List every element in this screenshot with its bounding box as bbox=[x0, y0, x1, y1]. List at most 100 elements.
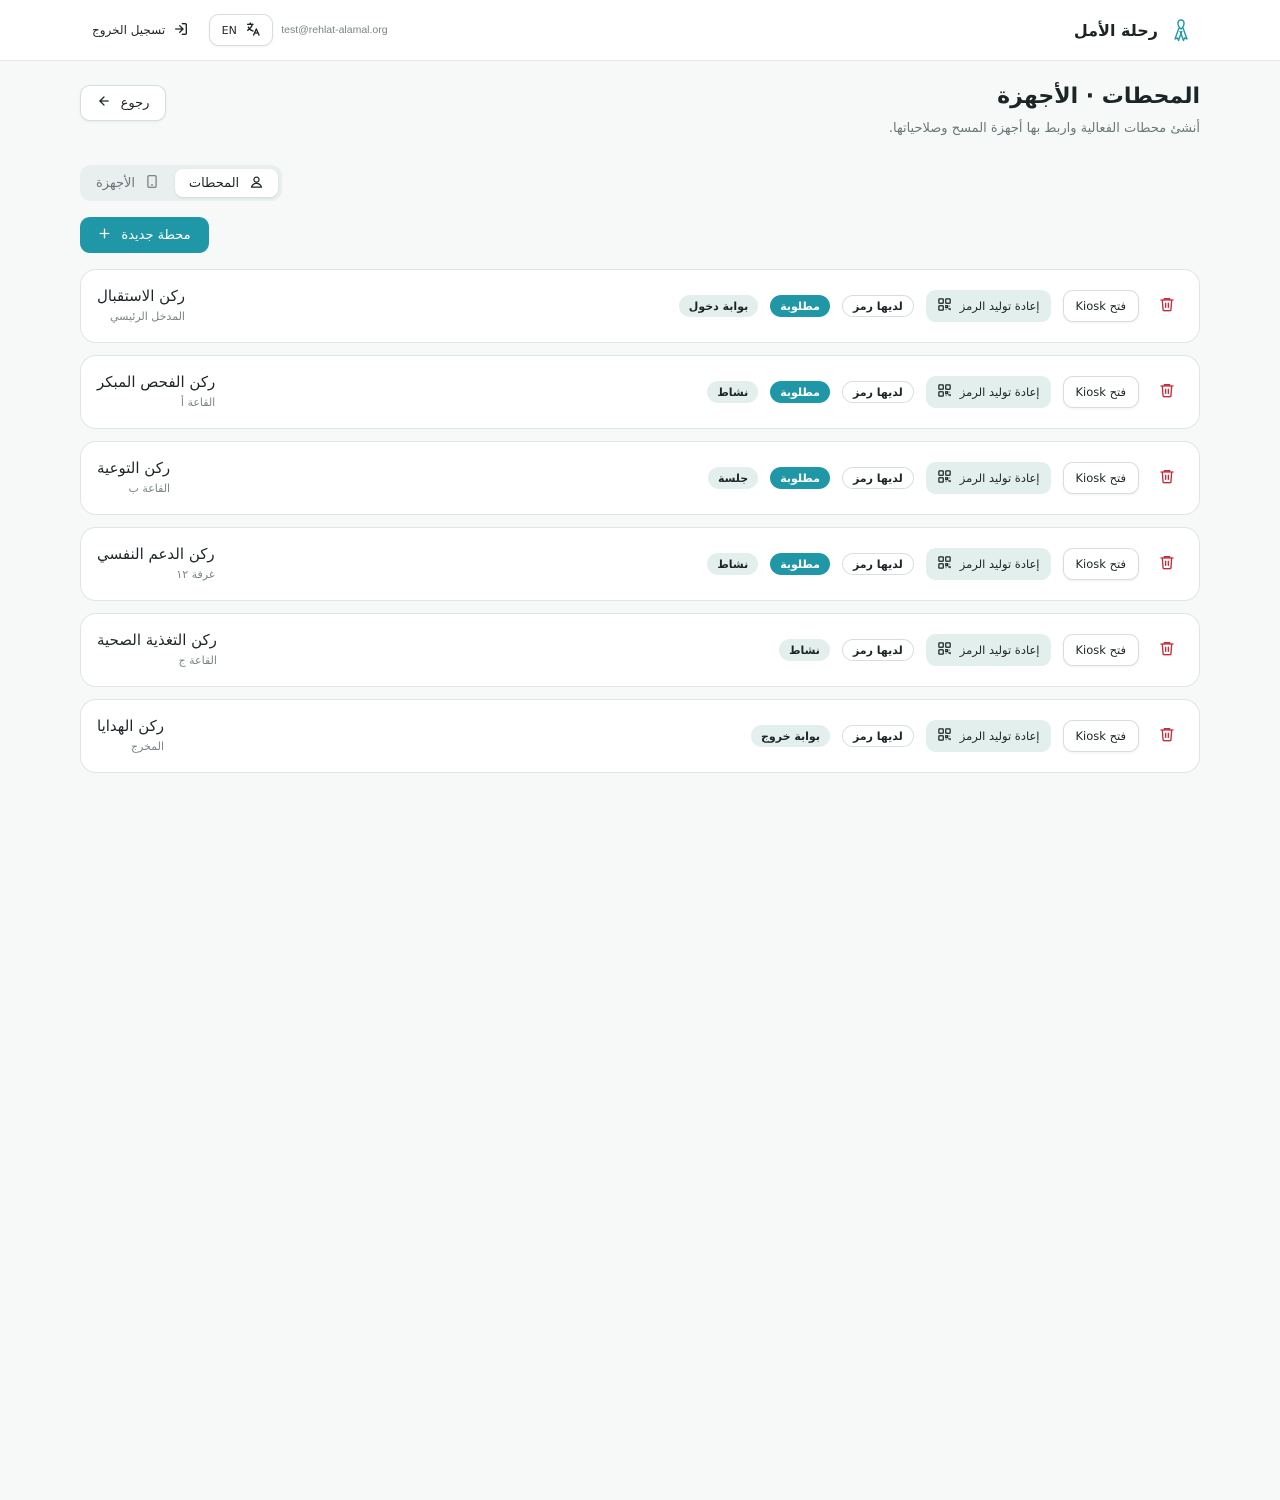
logout-button[interactable]: تسجيل الخروج bbox=[92, 21, 189, 40]
tab-devices-label: الأجهزة bbox=[95, 175, 136, 191]
station-info: ركن الفحص المبكر القاعة أ bbox=[97, 372, 215, 411]
qr-code-icon bbox=[937, 297, 952, 315]
qr-code-icon bbox=[937, 641, 952, 659]
status-badge: لديها رمز bbox=[841, 553, 914, 575]
status-badge: لديها رمز bbox=[841, 639, 914, 661]
open-kiosk-button[interactable]: فتح Kiosk bbox=[1062, 290, 1139, 322]
trash-icon bbox=[1159, 726, 1175, 746]
status-badge: لديها رمز bbox=[841, 381, 914, 403]
status-badge: مطلوبة bbox=[770, 381, 830, 403]
regenerate-code-button[interactable]: إعادة توليد الرمز bbox=[925, 462, 1051, 494]
page-title: المحطات · الأجهزة bbox=[997, 84, 1200, 109]
delete-station-button[interactable] bbox=[1151, 290, 1183, 322]
open-kiosk-label: فتح Kiosk bbox=[1075, 729, 1126, 743]
delete-station-button[interactable] bbox=[1151, 462, 1183, 494]
regenerate-code-label: إعادة توليد الرمز bbox=[959, 471, 1040, 485]
open-kiosk-button[interactable]: فتح Kiosk bbox=[1062, 548, 1139, 580]
station-actions: فتح Kiosk إعادة توليد الرمز لديها رمز مطلوب… bbox=[707, 528, 1183, 600]
regenerate-code-button[interactable]: إعادة توليد الرمز bbox=[925, 720, 1051, 752]
back-label: رجوع bbox=[120, 95, 150, 111]
status-badge: نشاط bbox=[707, 381, 759, 403]
station-location: القاعة أ bbox=[180, 396, 216, 409]
open-kiosk-button[interactable]: فتح Kiosk bbox=[1062, 634, 1139, 666]
station-name: ركن الاستقبال bbox=[97, 287, 185, 305]
station-name: ركن الدعم النفسي bbox=[97, 545, 215, 563]
open-kiosk-label: فتح Kiosk bbox=[1075, 299, 1126, 313]
user-pin-icon bbox=[249, 174, 264, 193]
status-badge: لديها رمز bbox=[841, 467, 914, 489]
station-location: المدخل الرئيسي bbox=[109, 310, 185, 323]
station-info: ركن الهدايا المخرج bbox=[97, 716, 164, 755]
top-bar: رحلة الأمل تسجيل الخروج EN test@rehlat-a… bbox=[0, 0, 1280, 61]
status-badge: لديها رمز bbox=[841, 725, 914, 747]
trash-icon bbox=[1159, 554, 1175, 574]
tablet-icon bbox=[145, 174, 159, 193]
status-badge: نشاط bbox=[707, 553, 759, 575]
station-location: المخرج bbox=[130, 740, 165, 753]
station-info: ركن الدعم النفسي غرفة ١٢ bbox=[97, 544, 215, 583]
page-subtitle: أنشئ محطات الفعالية واربط بها أجهزة المس… bbox=[888, 121, 1200, 136]
delete-station-button[interactable] bbox=[1151, 720, 1183, 752]
arrow-left-icon bbox=[97, 94, 111, 112]
open-kiosk-button[interactable]: فتح Kiosk bbox=[1062, 462, 1139, 494]
station-actions: فتح Kiosk إعادة توليد الرمز لديها رمز مطلوب… bbox=[707, 442, 1183, 514]
delete-station-button[interactable] bbox=[1151, 634, 1183, 666]
station-row: فتح Kiosk إعادة توليد الرمز لديها رمز مطلوب… bbox=[80, 269, 1200, 343]
delete-station-button[interactable] bbox=[1151, 376, 1183, 408]
plus-icon bbox=[98, 227, 111, 244]
regenerate-code-label: إعادة توليد الرمز bbox=[959, 385, 1040, 399]
status-badge: لديها رمز bbox=[841, 295, 914, 317]
logout-icon bbox=[173, 21, 189, 40]
tab-stations-label: المحطات bbox=[188, 175, 240, 191]
station-actions: فتح Kiosk إعادة توليد الرمز لديها رمز مطلوب… bbox=[678, 270, 1183, 342]
station-name: ركن الفحص المبكر bbox=[97, 373, 216, 391]
station-row: فتح Kiosk إعادة توليد الرمز لديها رمز مطلوب… bbox=[80, 527, 1200, 601]
open-kiosk-button[interactable]: فتح Kiosk bbox=[1062, 376, 1139, 408]
open-kiosk-label: فتح Kiosk bbox=[1075, 643, 1126, 657]
station-actions: فتح Kiosk إعادة توليد الرمز لديها رمز نشاط bbox=[779, 614, 1183, 686]
station-row: فتح Kiosk إعادة توليد الرمز لديها رمز مطلوب… bbox=[80, 355, 1200, 429]
open-kiosk-button[interactable]: فتح Kiosk bbox=[1062, 720, 1139, 752]
tab-stations[interactable]: المحطات bbox=[175, 169, 278, 197]
lang-label: EN bbox=[221, 23, 237, 37]
station-name: ركن التغذية الصحية bbox=[97, 631, 217, 649]
status-badge: مطلوبة bbox=[770, 467, 830, 489]
qr-code-icon bbox=[937, 727, 952, 745]
trash-icon bbox=[1159, 382, 1175, 402]
status-badge: نشاط bbox=[779, 639, 830, 661]
ribbon-logo-icon bbox=[1172, 17, 1190, 43]
status-badge: بوابة دخول bbox=[678, 295, 759, 317]
qr-code-icon bbox=[937, 383, 952, 401]
regenerate-code-label: إعادة توليد الرمز bbox=[959, 643, 1040, 657]
regenerate-code-label: إعادة توليد الرمز bbox=[959, 557, 1040, 571]
station-row: فتح Kiosk إعادة توليد الرمز لديها رمز نشاط ر… bbox=[80, 613, 1200, 687]
tab-devices[interactable]: الأجهزة bbox=[84, 169, 171, 197]
regenerate-code-button[interactable]: إعادة توليد الرمز bbox=[925, 548, 1051, 580]
back-button[interactable]: رجوع bbox=[80, 85, 166, 121]
regenerate-code-label: إعادة توليد الرمز bbox=[959, 729, 1040, 743]
user-email: test@rehlat-alamal.org bbox=[281, 24, 388, 36]
status-badge: بوابة خروج bbox=[750, 725, 830, 747]
station-location: غرفة ١٢ bbox=[176, 568, 215, 581]
regenerate-code-button[interactable]: إعادة توليد الرمز bbox=[925, 376, 1051, 408]
new-station-button[interactable]: محطة جديدة bbox=[80, 217, 209, 253]
open-kiosk-label: فتح Kiosk bbox=[1075, 385, 1126, 399]
open-kiosk-label: فتح Kiosk bbox=[1075, 471, 1126, 485]
open-kiosk-label: فتح Kiosk bbox=[1075, 557, 1126, 571]
station-info: ركن الاستقبال المدخل الرئيسي bbox=[97, 286, 185, 325]
top-actions: تسجيل الخروج EN test@rehlat-alamal.org bbox=[92, 0, 388, 60]
station-actions: فتح Kiosk إعادة توليد الرمز لديها رمز بوابة… bbox=[750, 700, 1183, 772]
tab-switcher: المحطات الأجهزة bbox=[80, 165, 282, 201]
qr-code-icon bbox=[937, 469, 952, 487]
language-toggle-button[interactable]: EN bbox=[209, 14, 274, 46]
status-badge: جلسة bbox=[707, 467, 759, 489]
regenerate-code-button[interactable]: إعادة توليد الرمز bbox=[925, 290, 1051, 322]
regenerate-code-button[interactable]: إعادة توليد الرمز bbox=[925, 634, 1051, 666]
qr-code-icon bbox=[937, 555, 952, 573]
delete-station-button[interactable] bbox=[1151, 548, 1183, 580]
station-row: فتح Kiosk إعادة توليد الرمز لديها رمز بوابة… bbox=[80, 699, 1200, 773]
trash-icon bbox=[1159, 296, 1175, 316]
brand[interactable]: رحلة الأمل bbox=[1074, 0, 1190, 60]
status-badge: مطلوبة bbox=[770, 295, 830, 317]
station-name: ركن الهدايا bbox=[97, 717, 165, 735]
